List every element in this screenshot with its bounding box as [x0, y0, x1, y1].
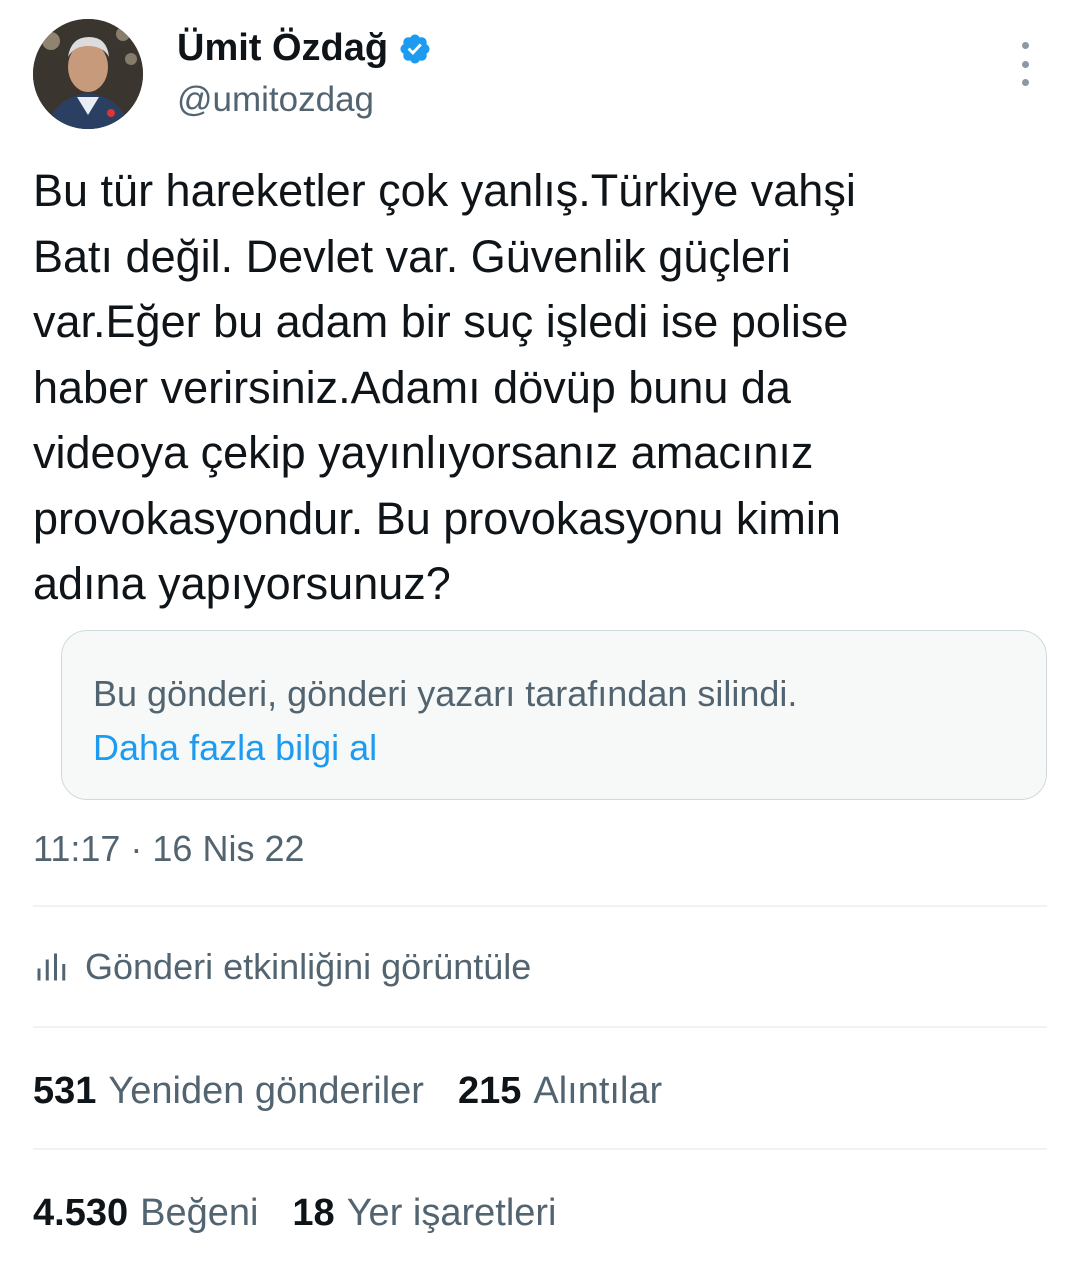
more-dot: [1021, 60, 1029, 68]
verified-badge-icon: [400, 33, 430, 64]
quotes-label: Alıntılar: [533, 1070, 663, 1112]
reposts-count: 531: [33, 1070, 97, 1112]
tweet-text: Bu tür hareketler çok yanlış.Türkiye vah…: [33, 158, 1043, 617]
tweet-line: adına yapıyorsunuz?: [33, 558, 451, 609]
author-name-text: Ümit Özdağ: [177, 27, 389, 69]
bookmarks-label: Yer işaretleri: [346, 1192, 557, 1234]
tweet-line: Bu tür hareketler çok yanlış.Türkiye vah…: [33, 165, 856, 216]
likes-stat[interactable]: 4.530 Beğeni: [33, 1192, 258, 1235]
divider: [33, 1148, 1047, 1150]
view-post-activity-button[interactable]: Gönderi etkinliğini görüntüle: [33, 946, 531, 988]
tweet-line: videoya çekip yayınlıyorsanız amacınız: [33, 427, 814, 478]
deleted-post-message: Bu gönderi, gönderi yazarı tarafından si…: [93, 673, 798, 714]
author-handle[interactable]: @umitozdag: [177, 80, 374, 120]
likes-label: Beğeni: [140, 1192, 259, 1234]
bar-chart-icon: [37, 953, 66, 981]
deleted-quote-box: Bu gönderi, gönderi yazarı tarafından si…: [61, 630, 1047, 800]
divider: [33, 1026, 1047, 1028]
bookmarks-stat[interactable]: 18 Yer işaretleri: [292, 1192, 556, 1235]
more-dot: [1021, 42, 1029, 49]
stats-row-2: 4.530 Beğeni 18 Yer işaretleri: [33, 1192, 591, 1235]
quotes-count: 215: [457, 1070, 522, 1112]
more-dot: [1021, 79, 1029, 86]
tweet-line: haber verirsiniz.Adamı dövüp bunu da: [33, 361, 791, 413]
tweet-line: Batı değil. Devlet var. Güvenlik güçleri: [33, 230, 791, 282]
avatar-photo: [33, 19, 143, 129]
more-options-icon[interactable]: [1008, 42, 1042, 86]
stats-row-1: 531 Yeniden gönderiler 215 Alıntılar: [33, 1070, 696, 1113]
post-timestamp[interactable]: 11:17 · 16 Nis 22: [33, 828, 305, 870]
likes-count: 4.530: [33, 1192, 129, 1234]
learn-more-link[interactable]: Daha fazla bilgi al: [93, 727, 377, 769]
tweet-line: provokasyondur. Bu provokasyonu kimin: [33, 492, 841, 544]
divider: [33, 905, 1047, 907]
view-post-activity-label: Gönderi etkinliğini görüntüle: [85, 946, 532, 987]
tweet-line: var.Eğer bu adam bir suç işledi ise poli…: [33, 296, 849, 347]
quotes-stat[interactable]: 215 Alıntılar: [458, 1070, 662, 1113]
author-name[interactable]: Ümit Özdağ: [177, 27, 432, 70]
avatar[interactable]: [33, 19, 143, 129]
bookmarks-count: 18: [292, 1192, 335, 1234]
reposts-label: Yeniden gönderiler: [108, 1070, 424, 1112]
reposts-stat[interactable]: 531 Yeniden gönderiler: [33, 1070, 424, 1113]
